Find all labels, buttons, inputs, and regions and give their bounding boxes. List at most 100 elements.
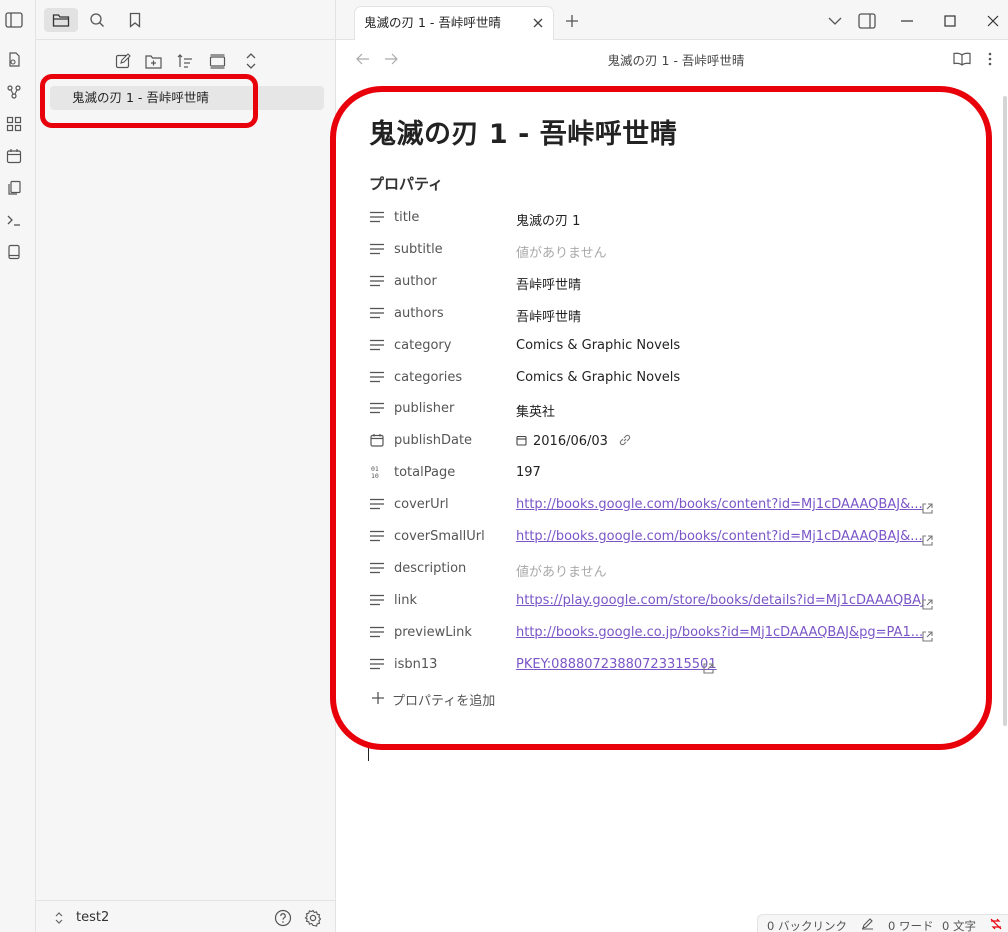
new-tab-icon[interactable] [563,12,581,30]
external-link-icon[interactable] [922,499,933,518]
files-tab-icon[interactable] [44,8,78,32]
property-value[interactable]: https://play.google.com/store/books/deta… [516,593,925,608]
close-tab-icon[interactable] [531,16,545,30]
graph-view-icon[interactable] [4,82,24,102]
property-key[interactable]: author [394,274,437,289]
open-quick-switcher-icon[interactable] [4,50,24,70]
toggle-right-sidebar-icon[interactable] [858,12,876,30]
text-lines-icon[interactable] [369,400,385,416]
text-lines-icon[interactable] [369,273,385,289]
property-row-description[interactable]: description 値がありません [369,553,969,585]
note-editor[interactable]: 鬼滅の刃 1 - 吾峠呼世晴 プロパティ title 鬼滅の刃 1 subtitle… [336,78,1008,914]
reading-view-book-icon[interactable] [953,50,971,68]
templates-icon[interactable] [4,178,24,198]
property-value[interactable]: 集英社 [516,401,555,420]
external-link-icon[interactable] [703,659,714,678]
text-lines-icon[interactable] [369,337,385,353]
property-row-publisher[interactable]: publisher 集英社 [369,393,969,425]
bookmark-icon[interactable] [118,8,152,32]
tab-note[interactable]: 鬼滅の刃 1 - 吾峠呼世晴 [354,6,554,40]
text-lines-icon[interactable] [369,369,385,385]
new-note-icon[interactable] [112,50,134,72]
property-key[interactable]: previewLink [394,625,472,640]
property-row-author[interactable]: author 吾峠呼世晴 [369,266,969,298]
new-folder-icon[interactable] [142,50,164,72]
property-key[interactable]: title [394,210,419,225]
search-icon[interactable] [80,8,114,32]
external-link-icon[interactable] [922,627,933,646]
add-property-button[interactable]: プロパティを追加 [372,690,495,709]
property-key[interactable]: category [394,338,451,353]
property-value[interactable]: 値がありません [516,561,607,580]
property-row-totalpage[interactable]: 01 10 totalPage 197 [369,457,969,489]
property-row-title[interactable]: title 鬼滅の刃 1 [369,202,969,234]
property-value[interactable]: 吾峠呼世晴 [516,274,581,293]
text-lines-icon[interactable] [369,496,385,512]
daily-note-icon[interactable] [4,146,24,166]
edit-mode-pencil-icon[interactable] [861,917,874,930]
text-lines-icon[interactable] [369,528,385,544]
sync-status-icon[interactable] [989,917,1003,931]
help-icon[interactable] [274,909,292,927]
text-lines-icon[interactable] [369,592,385,608]
property-value[interactable]: 2016/06/03 [516,433,632,451]
property-key[interactable]: isbn13 [394,657,437,672]
property-key[interactable]: coverSmallUrl [394,529,485,544]
link-chain-icon[interactable] [618,433,632,451]
property-key[interactable]: description [394,561,466,576]
chevron-updown-icon[interactable] [54,911,64,925]
property-key[interactable]: link [394,593,417,608]
property-row-subtitle[interactable]: subtitle 値がありません [369,234,969,266]
property-row-category[interactable]: category Comics & Graphic Novels [369,330,969,362]
text-lines-icon[interactable] [369,305,385,321]
vault-name[interactable]: test2 [76,910,109,925]
property-value[interactable]: 鬼滅の刃 1 [516,210,580,229]
property-value[interactable]: 吾峠呼世晴 [516,306,581,325]
file-item-active[interactable]: 鬼滅の刃 1 - 吾峠呼世晴 [50,86,324,110]
property-key[interactable]: publishDate [394,433,472,448]
toggle-sidebar-icon[interactable] [4,10,24,30]
settings-gear-icon[interactable] [304,909,322,927]
minimize-icon[interactable] [898,12,916,30]
tab-list-chevron-icon[interactable] [826,12,844,30]
text-lines-icon[interactable] [369,624,385,640]
canvas-icon[interactable] [4,114,24,134]
property-value[interactable]: Comics & Graphic Novels [516,338,680,353]
maximize-icon[interactable] [941,12,959,30]
property-key[interactable]: subtitle [394,242,443,257]
property-key[interactable]: publisher [394,401,454,416]
close-window-icon[interactable] [984,12,1002,30]
view-header-title[interactable]: 鬼滅の刃 1 - 吾峠呼世晴 [336,50,1008,69]
auto-reveal-icon[interactable] [206,50,228,72]
property-value[interactable]: PKEY:08880723880723315501 [516,657,717,672]
property-key[interactable]: authors [394,306,444,321]
book-icon[interactable] [4,242,24,262]
property-row-publishdate[interactable]: publishDate 2016/06/03 [369,425,969,457]
property-row-previewlink[interactable]: previewLink http://books.google.co.jp/boo… [369,617,969,649]
property-row-link[interactable]: link https://play.google.com/store/books/… [369,585,969,617]
collapse-all-icon[interactable] [240,50,262,72]
more-options-icon[interactable] [981,50,999,68]
property-row-authors[interactable]: authors 吾峠呼世晴 [369,298,969,330]
property-value[interactable]: http://books.google.com/books/content?id… [516,529,923,544]
property-key[interactable]: coverUrl [394,497,449,512]
text-lines-icon[interactable] [369,209,385,225]
editor-scrollbar[interactable] [1003,96,1007,726]
properties-heading[interactable]: プロパティ [369,173,443,194]
sort-icon[interactable] [174,50,196,72]
property-row-coverurl[interactable]: coverUrl http://books.google.com/books/co… [369,489,969,521]
property-row-categories[interactable]: categories Comics & Graphic Novels [369,362,969,394]
property-row-coversmallurl[interactable]: coverSmallUrl http://books.google.com/boo… [369,521,969,553]
property-value[interactable]: 197 [516,465,541,480]
external-link-icon[interactable] [922,531,933,550]
property-value[interactable]: http://books.google.com/books/content?id… [516,497,923,512]
text-lines-icon[interactable] [369,241,385,257]
external-link-icon[interactable] [922,595,933,614]
property-value[interactable]: Comics & Graphic Novels [516,370,680,385]
command-palette-icon[interactable] [4,210,24,230]
note-title[interactable]: 鬼滅の刃 1 - 吾峠呼世晴 [369,112,677,151]
text-lines-icon[interactable] [369,656,385,672]
property-row-isbn13[interactable]: isbn13 PKEY:08880723880723315501 [369,649,969,681]
backlink-count[interactable]: 0 バックリンク [767,918,847,932]
text-lines-icon[interactable] [369,560,385,576]
